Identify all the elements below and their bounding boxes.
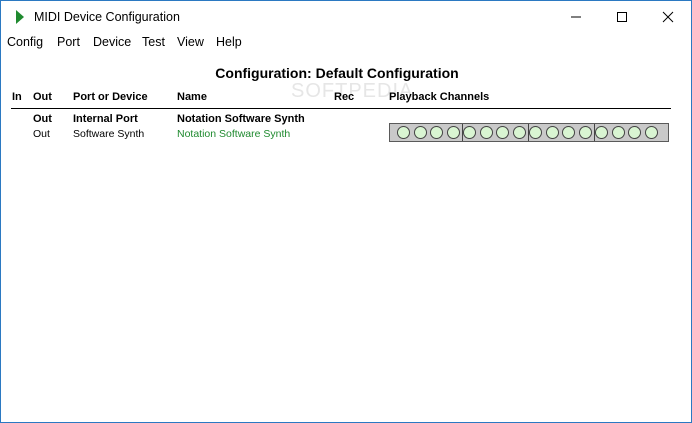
maximize-button[interactable] [599,1,645,32]
menu-test[interactable]: Test [142,35,165,49]
maximize-icon [617,12,627,22]
column-header-name: Name [177,91,207,103]
menu-config[interactable]: Config [7,35,43,49]
channel-4-indicator[interactable] [446,126,460,139]
close-icon [662,11,674,23]
window-title: MIDI Device Configuration [34,10,180,24]
midi-config-window: MIDI Device Configuration Config Port De… [0,0,692,423]
channel-6-indicator[interactable] [479,126,493,139]
midi-play-icon [16,10,24,24]
channel-11-indicator[interactable] [562,126,575,139]
channel-9-indicator[interactable] [529,126,542,139]
configuration-panel: SOFTPEDIA Configuration: Default Configu… [1,52,691,422]
channel-13-indicator[interactable] [595,126,608,139]
channel-15-indicator[interactable] [628,126,641,139]
title-bar[interactable]: MIDI Device Configuration [1,1,691,32]
channel-2-indicator[interactable] [413,126,427,139]
menu-device[interactable]: Device [93,35,131,49]
row-out: Out [33,113,52,125]
row-device: Software Synth [73,128,145,140]
channel-1-indicator[interactable] [397,126,410,139]
column-header-in: In [12,91,22,103]
playback-channels-bar[interactable] [389,123,669,142]
close-button[interactable] [645,1,691,32]
channel-7-indicator[interactable] [496,126,509,139]
column-header-out: Out [33,91,52,103]
menu-port[interactable]: Port [57,35,80,49]
channel-12-indicator[interactable] [578,126,592,139]
channel-14-indicator[interactable] [611,126,625,139]
menu-view[interactable]: View [177,35,204,49]
column-header-rec: Rec [334,91,355,103]
row-out: Out [33,128,50,140]
row-port: Internal Port [73,113,138,125]
channel-3-indicator[interactable] [430,126,443,139]
column-header-port-or-device: Port or Device [73,91,148,103]
row-name: Notation Software Synth [177,113,305,125]
menu-bar: Config Port Device Test View Help [1,32,691,52]
channel-16-indicator[interactable] [644,126,658,139]
row-device-name: Notation Software Synth [177,128,291,140]
channel-5-indicator[interactable] [463,126,476,139]
configuration-heading: Configuration: Default Configuration [215,65,459,81]
menu-help[interactable]: Help [216,35,242,49]
column-header-playback-channels: Playback Channels [389,91,490,103]
header-divider [11,108,671,109]
channel-10-indicator[interactable] [545,126,559,139]
minimize-icon [571,16,581,18]
minimize-button[interactable] [553,1,599,32]
channel-8-indicator[interactable] [512,126,526,139]
